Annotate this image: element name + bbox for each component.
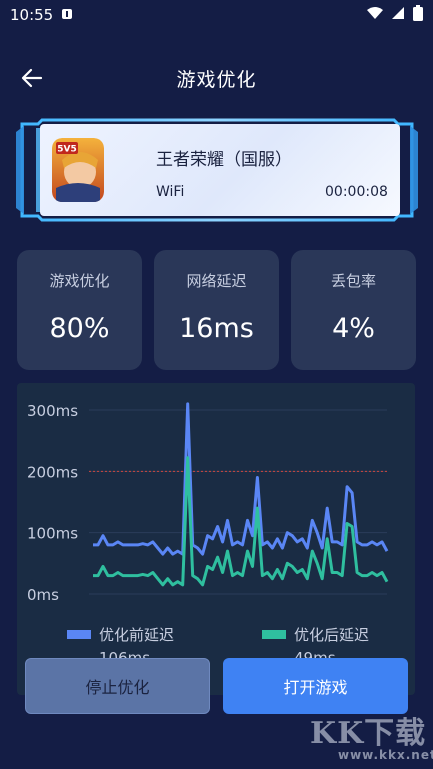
- game-name: 王者荣耀（国服）: [156, 150, 292, 170]
- stat-card-latency: 网络延迟 16ms: [154, 250, 279, 370]
- y-tick-label: 300ms: [27, 402, 78, 420]
- wifi-icon: [367, 6, 383, 24]
- stat-value: 16ms: [179, 313, 254, 344]
- legend-swatch-after: [262, 630, 286, 639]
- stat-card-packet-loss: 丢包率 4%: [291, 250, 416, 370]
- arrow-left-icon: [21, 68, 43, 88]
- legend-label-before: 优化前延迟: [99, 626, 175, 644]
- app-header: 游戏优化: [0, 58, 433, 98]
- watermark-logo: KK下载 www.kkx.net: [310, 708, 433, 766]
- battery-icon: [413, 5, 423, 25]
- watermark-url: www.kkx.net: [338, 748, 433, 762]
- stat-label: 网络延迟: [186, 272, 247, 290]
- y-tick-label: 200ms: [27, 463, 78, 481]
- stat-value: 4%: [332, 313, 375, 344]
- stop-optimization-button[interactable]: 停止优化: [25, 658, 210, 714]
- y-tick-label: 100ms: [27, 525, 78, 543]
- series-line-before: [93, 402, 389, 556]
- legend-label-after: 优化后延迟: [294, 626, 370, 644]
- game-icon-badge: 5V5: [57, 145, 77, 155]
- legend-after: 优化后延迟: [262, 624, 369, 645]
- status-time: 10:55: [10, 6, 54, 24]
- latency-chart: 300ms200ms100ms0ms 优化前延迟 106ms 优化后延迟 49m…: [17, 383, 415, 695]
- watermark-text: KK下载: [310, 716, 427, 751]
- latency-chart-svg: 300ms 200ms 100ms 0ms: [27, 402, 389, 604]
- notification-icon: [61, 6, 73, 24]
- legend-before: 优化前延迟: [67, 624, 174, 645]
- stat-label: 丢包率: [330, 272, 376, 290]
- legend-swatch-before: [67, 630, 91, 639]
- y-tick-label: 0ms: [27, 586, 59, 604]
- back-button[interactable]: [18, 66, 46, 90]
- signal-icon: [391, 6, 405, 24]
- stat-value: 80%: [49, 313, 110, 344]
- stat-card-optimization: 游戏优化 80%: [17, 250, 142, 370]
- network-type: WiFi: [156, 184, 185, 200]
- page-title: 游戏优化: [176, 68, 257, 91]
- status-bar: 10:55: [0, 0, 433, 30]
- game-card: 5V5: [14, 118, 420, 222]
- game-app-icon: 5V5: [52, 138, 104, 202]
- open-game-button[interactable]: 打开游戏: [223, 658, 408, 714]
- elapsed-time: 00:00:08: [325, 184, 388, 200]
- stat-label: 游戏优化: [49, 272, 110, 290]
